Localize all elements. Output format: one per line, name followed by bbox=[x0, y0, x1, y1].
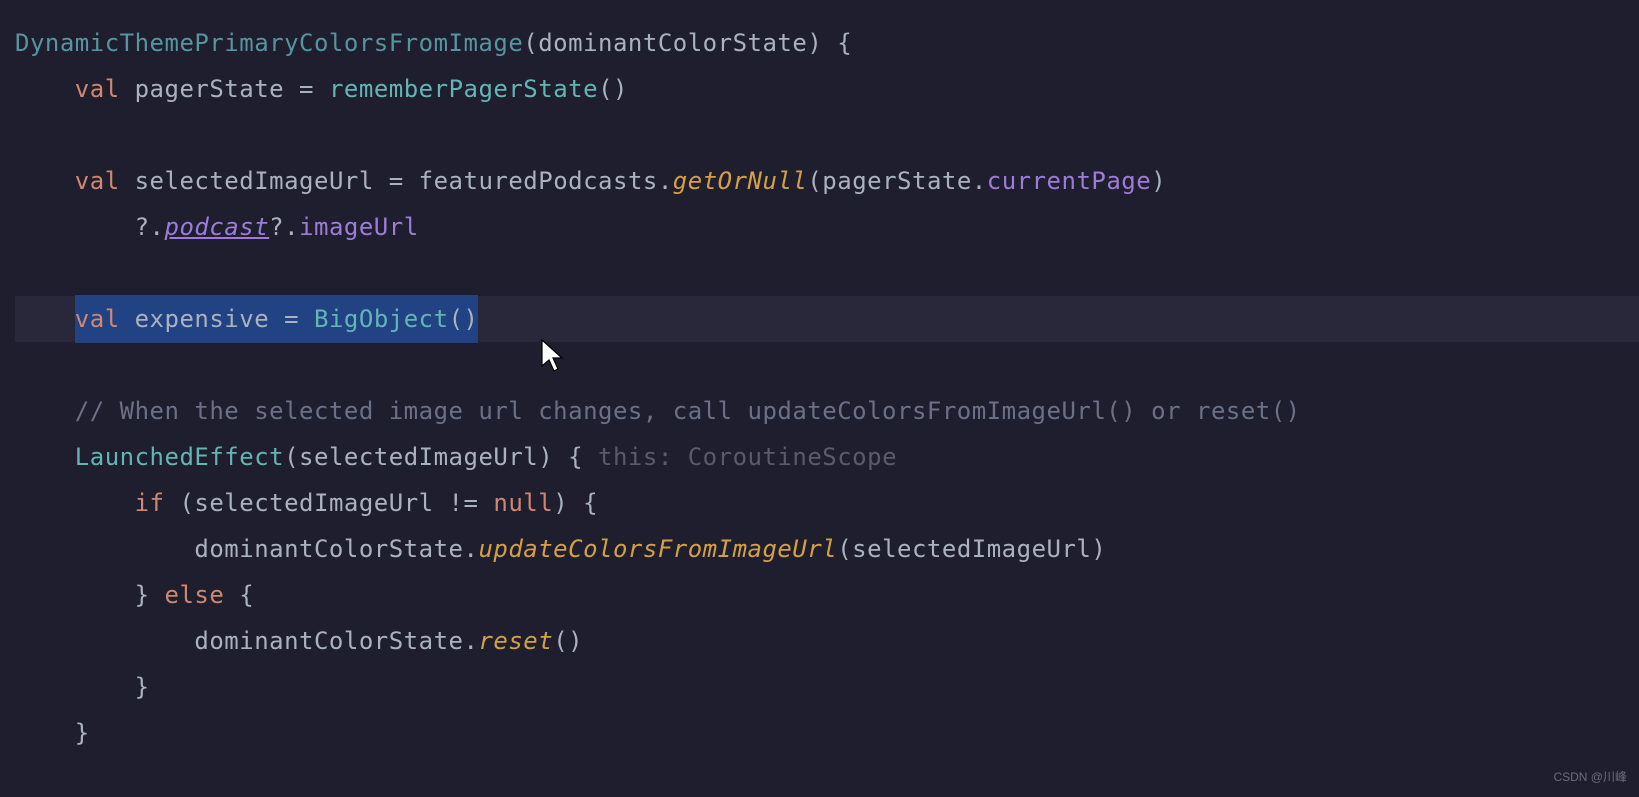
keyword-val: val bbox=[75, 66, 120, 113]
object-name: dominantColorState bbox=[194, 526, 463, 573]
method-call: reset bbox=[478, 618, 553, 665]
paren-close: ) bbox=[1091, 526, 1106, 573]
indent bbox=[15, 434, 75, 481]
brace-close: } bbox=[75, 710, 90, 757]
function-name: DynamicThemePrimaryColorsFromImage bbox=[15, 20, 523, 67]
condition: (selectedImageUrl != bbox=[165, 480, 494, 527]
safe-call: ?. bbox=[135, 204, 165, 251]
paren-close-brace: ) { bbox=[538, 434, 598, 481]
parens: () bbox=[553, 618, 583, 665]
paren-open: ( bbox=[807, 158, 822, 205]
parameter: dominantColorState bbox=[538, 20, 807, 67]
function-call: rememberPagerState bbox=[329, 66, 598, 113]
argument: pagerState bbox=[822, 158, 972, 205]
dot: . bbox=[972, 158, 987, 205]
paren-brace: ) { bbox=[553, 480, 598, 527]
code-line[interactable]: ?.podcast?.imageUrl bbox=[15, 204, 1639, 250]
null-literal: null bbox=[493, 480, 553, 527]
indent bbox=[15, 664, 135, 711]
blank-line bbox=[15, 112, 1639, 158]
code-line[interactable]: DynamicThemePrimaryColorsFromImage(domin… bbox=[15, 20, 1639, 66]
dot: . bbox=[658, 158, 673, 205]
property: currentPage bbox=[987, 158, 1151, 205]
equals: = bbox=[269, 305, 314, 333]
object-name: dominantColorState bbox=[194, 618, 463, 665]
code-editor[interactable]: DynamicThemePrimaryColorsFromImage(domin… bbox=[15, 20, 1639, 756]
indent bbox=[15, 618, 194, 665]
keyword-val: val bbox=[75, 305, 120, 333]
indent bbox=[15, 388, 75, 435]
method-call: getOrNull bbox=[673, 158, 808, 205]
keyword-val: val bbox=[75, 158, 120, 205]
comment: // When the selected image url changes, … bbox=[75, 388, 1301, 435]
watermark-text: CSDN @川峰 bbox=[1553, 766, 1627, 789]
dot: . bbox=[463, 526, 478, 573]
keyword-else: else bbox=[165, 572, 225, 619]
paren-close-brace: ) { bbox=[807, 20, 852, 67]
code-line[interactable]: val selectedImageUrl = featuredPodcasts.… bbox=[15, 158, 1639, 204]
property-imageurl: imageUrl bbox=[299, 204, 419, 251]
code-line[interactable]: } bbox=[15, 710, 1639, 756]
method-call: updateColorsFromImageUrl bbox=[478, 526, 837, 573]
space bbox=[120, 66, 135, 113]
paren-close: ) bbox=[1151, 158, 1166, 205]
paren-open: ( bbox=[284, 434, 299, 481]
paren-open: ( bbox=[523, 20, 538, 67]
function-call: BigObject bbox=[314, 305, 449, 333]
indent bbox=[15, 66, 75, 113]
indent bbox=[15, 296, 75, 343]
code-line[interactable]: // When the selected image url changes, … bbox=[15, 388, 1639, 434]
code-line[interactable]: dominantColorState.reset() bbox=[15, 618, 1639, 664]
function-call: LaunchedEffect bbox=[75, 434, 284, 481]
code-line[interactable]: LaunchedEffect(selectedImageUrl) { this:… bbox=[15, 434, 1639, 480]
paren-open: ( bbox=[837, 526, 852, 573]
property-podcast: podcast bbox=[165, 204, 270, 251]
text-selection: val expensive = BigObject() bbox=[75, 295, 479, 344]
argument: selectedImageUrl bbox=[299, 434, 538, 481]
blank-line bbox=[15, 342, 1639, 388]
brace-close: } bbox=[135, 572, 165, 619]
code-line[interactable]: dominantColorState.updateColorsFromImage… bbox=[15, 526, 1639, 572]
code-line-selected[interactable]: val expensive = BigObject() bbox=[15, 296, 1639, 342]
code-line[interactable]: } bbox=[15, 664, 1639, 710]
code-line[interactable]: } else { bbox=[15, 572, 1639, 618]
indent bbox=[15, 572, 135, 619]
variable-name: pagerState bbox=[135, 66, 285, 113]
keyword-if: if bbox=[135, 480, 165, 527]
code-line[interactable]: val pagerState = rememberPagerState() bbox=[15, 66, 1639, 112]
indent bbox=[15, 204, 135, 251]
indent bbox=[15, 710, 75, 757]
dot: . bbox=[463, 618, 478, 665]
brace-close: } bbox=[135, 664, 150, 711]
parens: () bbox=[449, 305, 479, 333]
variable-name: expensive bbox=[135, 305, 270, 333]
space bbox=[120, 305, 135, 333]
brace-open: { bbox=[224, 572, 254, 619]
inline-hint: this: CoroutineScope bbox=[598, 434, 897, 481]
blank-line bbox=[15, 250, 1639, 296]
object-name: featuredPodcasts bbox=[419, 158, 658, 205]
equals: = bbox=[284, 66, 329, 113]
argument: selectedImageUrl bbox=[852, 526, 1091, 573]
space bbox=[120, 158, 135, 205]
variable-name: selectedImageUrl bbox=[135, 158, 374, 205]
parens: () bbox=[598, 66, 628, 113]
code-line[interactable]: if (selectedImageUrl != null) { bbox=[15, 480, 1639, 526]
indent bbox=[15, 158, 75, 205]
indent bbox=[15, 526, 194, 573]
indent bbox=[15, 480, 135, 527]
safe-call: ?. bbox=[269, 204, 299, 251]
equals: = bbox=[374, 158, 419, 205]
